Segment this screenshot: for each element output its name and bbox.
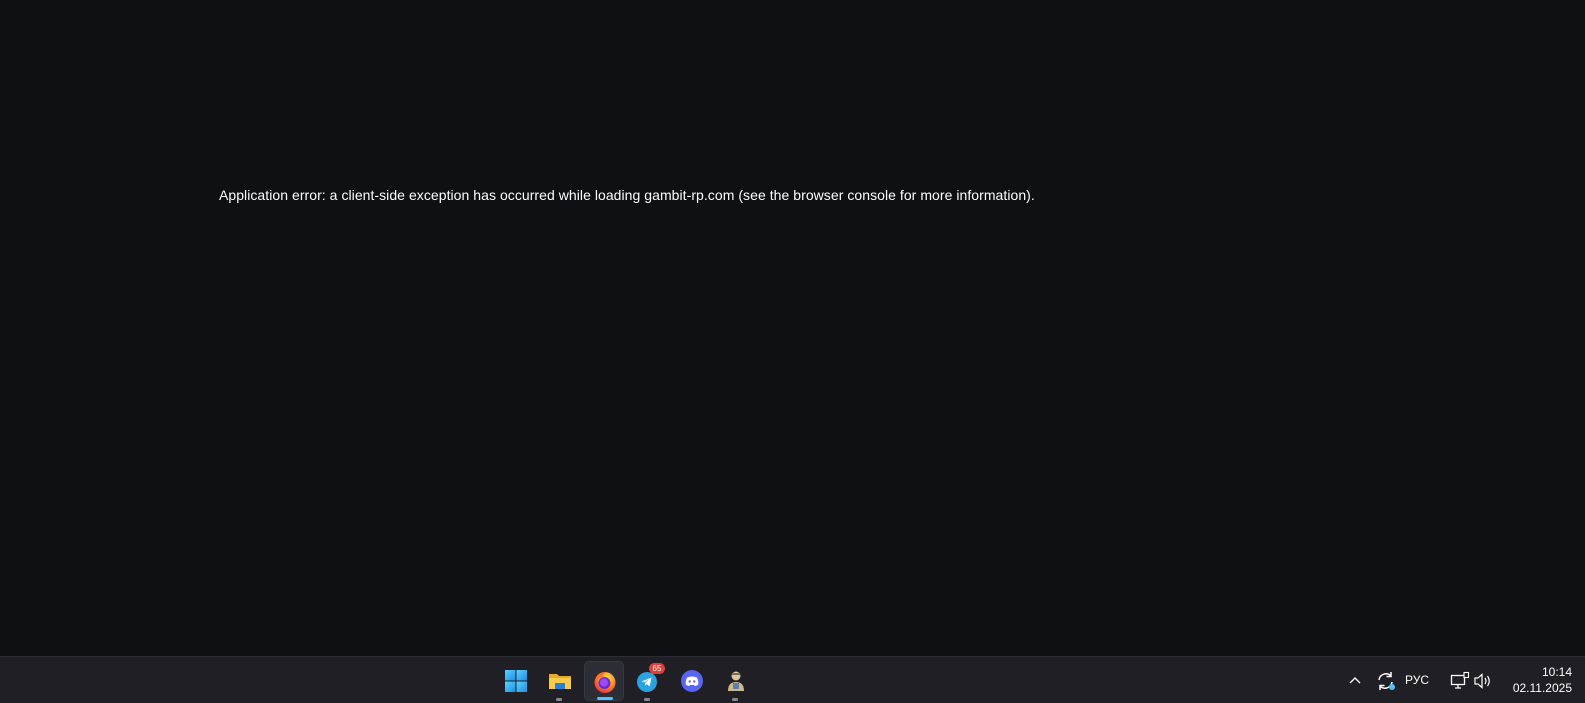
windows-start-icon [505, 670, 527, 692]
clock-date: 02.11.2025 [1512, 681, 1572, 695]
show-hidden-icons-button[interactable] [1344, 667, 1366, 695]
telegram-unread-badge: 65 [649, 663, 665, 674]
running-indicator [556, 698, 562, 701]
volume-button[interactable] [1473, 667, 1493, 695]
taskbar-app[interactable] [716, 661, 756, 701]
network-icon [1450, 671, 1470, 689]
discord-icon [681, 670, 703, 692]
network-button[interactable] [1450, 667, 1470, 695]
active-indicator [597, 697, 613, 700]
taskbar-discord[interactable] [672, 661, 712, 701]
desktop-screen: Application error: a client-side excepti… [0, 0, 1585, 703]
sync-icon [1378, 672, 1395, 690]
input-language-indicator[interactable]: РУС [1405, 673, 1429, 687]
taskbar: 65 РУС 10:14 02.11.2025 [0, 656, 1585, 703]
firefox-icon [594, 672, 616, 693]
application-error-message: Application error: a client-side excepti… [219, 187, 1035, 203]
folder-icon [549, 674, 571, 689]
taskbar-firefox[interactable] [584, 661, 624, 701]
clock-time: 10:14 [1541, 665, 1572, 679]
chevron-up-icon [1349, 677, 1361, 684]
running-indicator [644, 698, 650, 701]
taskbar-telegram[interactable]: 65 [628, 661, 668, 701]
running-indicator [732, 698, 738, 701]
user-app-icon [728, 671, 744, 691]
system-clock[interactable]: 10:14 02.11.2025 [1500, 664, 1572, 696]
taskbar-file-explorer[interactable] [540, 661, 580, 701]
start-button[interactable] [496, 661, 536, 701]
browser-viewport: Application error: a client-side excepti… [0, 0, 1585, 656]
volume-icon [1474, 673, 1490, 689]
sync-status-button[interactable] [1374, 667, 1398, 695]
